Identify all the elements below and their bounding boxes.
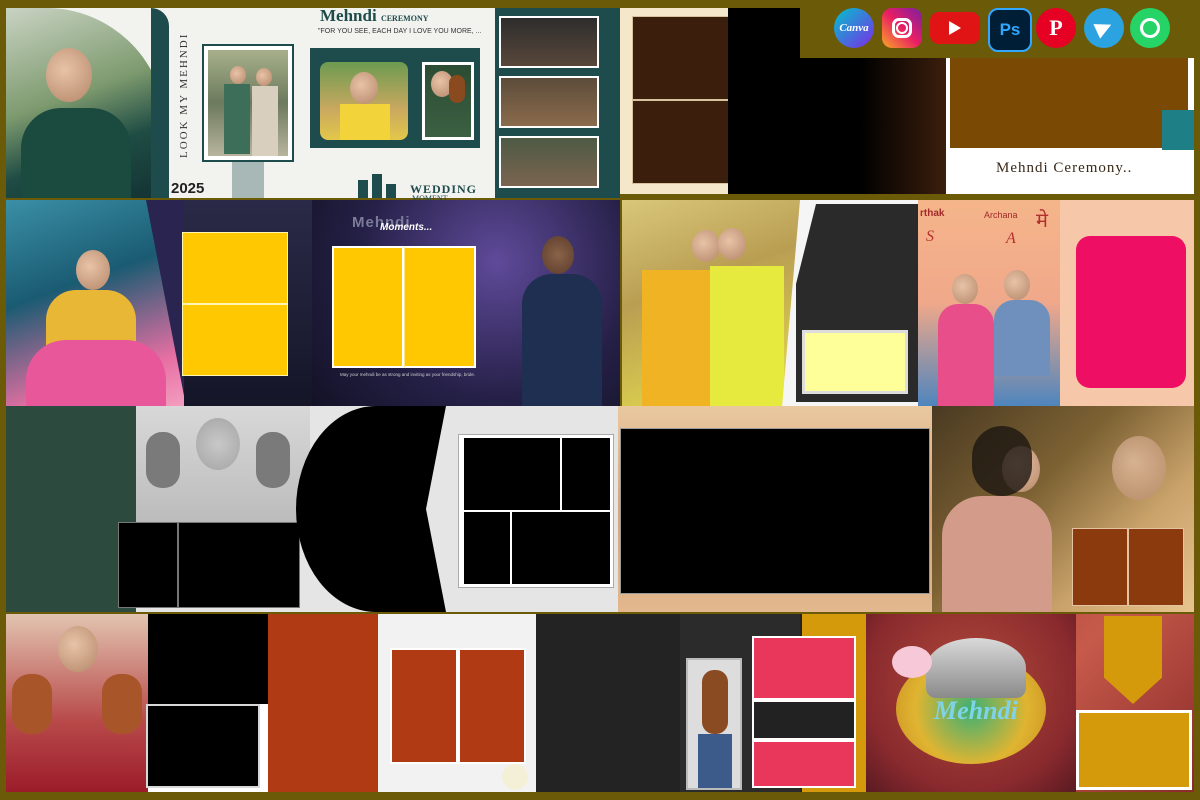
group-photo-3 [499,136,599,188]
photo-frame-rust-right [458,648,526,764]
album-spread-11: Mehndi [866,614,1194,792]
photo-frame-yellow-right [404,246,476,368]
photo-frame-black-mid [752,700,856,740]
mehndi-title: Mehndi CEREMONY [320,6,429,25]
photo-frame-black-large [620,428,930,594]
pinterest-icon[interactable]: P [1036,8,1076,48]
year-text: 2025 [171,180,205,197]
photo-frame-brown-wide [950,52,1188,148]
two-girls-photo [622,200,800,406]
gold-pennant [1104,616,1162,704]
photo-frame-black-left [118,522,178,608]
couple-photo-frame [202,44,294,162]
photo-frame-black-bottom [146,704,260,788]
henna-photo [422,62,474,140]
moments-subtitle: Moments... [380,222,433,233]
initial-right: A [1006,230,1016,247]
photo-frame-black-4 [512,512,610,584]
instagram-icon[interactable] [882,8,922,48]
quote-text: "FOR YOU SEE, EACH DAY I LOVE YOU MORE, … [318,28,482,35]
album-spread-7 [618,406,932,612]
photo-frame-brown-left [1072,528,1128,606]
devanagari-text: मे [1036,210,1048,232]
photo-frame-brown-right [1128,528,1184,606]
photo-frame-pink-top [752,636,856,700]
album-spread-3: Mehndi Moments... May your mehndi be as … [6,200,620,406]
photo-frame-yellow-left [332,246,404,368]
youtube-icon[interactable] [930,12,980,44]
initial-left: S [926,228,934,245]
album-spread-10 [536,614,866,792]
photoshop-icon[interactable]: Ps [988,8,1032,52]
whatsapp-icon[interactable] [1130,8,1170,48]
teal-photo-box [310,48,480,148]
man-photo [512,236,616,406]
vertical-title: LOOK MY MEHNDI [178,32,190,158]
photo-frame-pink-bottom [752,740,856,788]
photo-frame-black-right [178,522,300,608]
album-spread-5: rthak Archana S A मे [918,200,1194,406]
photo-frame-yellow-top [182,232,288,304]
album-spread-6 [6,406,618,612]
album-spread-1: 2025 LOOK MY MEHNDI Mehndi CEREMONY "FOR… [6,6,620,203]
name-right: Archana [984,210,1018,220]
collage-canvas: 2025 LOOK MY MEHNDI Mehndi CEREMONY "FOR… [0,0,1200,800]
dark-green-block [6,406,136,612]
mehndi-plate-photo: Mehndi [866,614,1076,792]
photo-frame-rust-left [390,648,458,764]
photo-frame-black-2 [562,438,610,510]
mehndi-ceremony-caption: Mehndi Ceremony.. [996,160,1133,176]
group-photo-1 [499,16,599,68]
album-spread-9 [6,614,536,792]
photo-frame-gold [1076,710,1192,790]
black-top-block [148,614,270,704]
moments-caption: May your mehndi be as strong and invitin… [340,372,476,377]
child-photo [320,62,408,140]
henna-bride-photo [6,614,148,792]
group-photo-2 [499,76,599,128]
henna-hand-photo [686,658,742,790]
canva-icon[interactable]: Canva [834,8,874,48]
photo-frame-black-1 [464,438,560,510]
telegram-icon[interactable] [1084,8,1124,48]
photo-frame-cream [802,330,908,394]
album-spread-8 [932,406,1194,612]
rust-background [268,614,388,792]
couple-decor-photo: rthak Archana S A मे [918,200,1060,406]
photo-frame-magenta [1076,236,1186,388]
photo-frame-yellow-bottom [182,304,288,376]
name-left: rthak [920,208,945,219]
henna-hands-photo [136,406,310,522]
black-wave [296,406,446,612]
album-spread-4 [622,200,918,406]
plate-mehndi-text: Mehndi [934,696,1018,725]
bride-splash-photo [6,200,186,406]
photo-frame-black-3 [464,512,510,584]
woman-photo [6,8,166,198]
